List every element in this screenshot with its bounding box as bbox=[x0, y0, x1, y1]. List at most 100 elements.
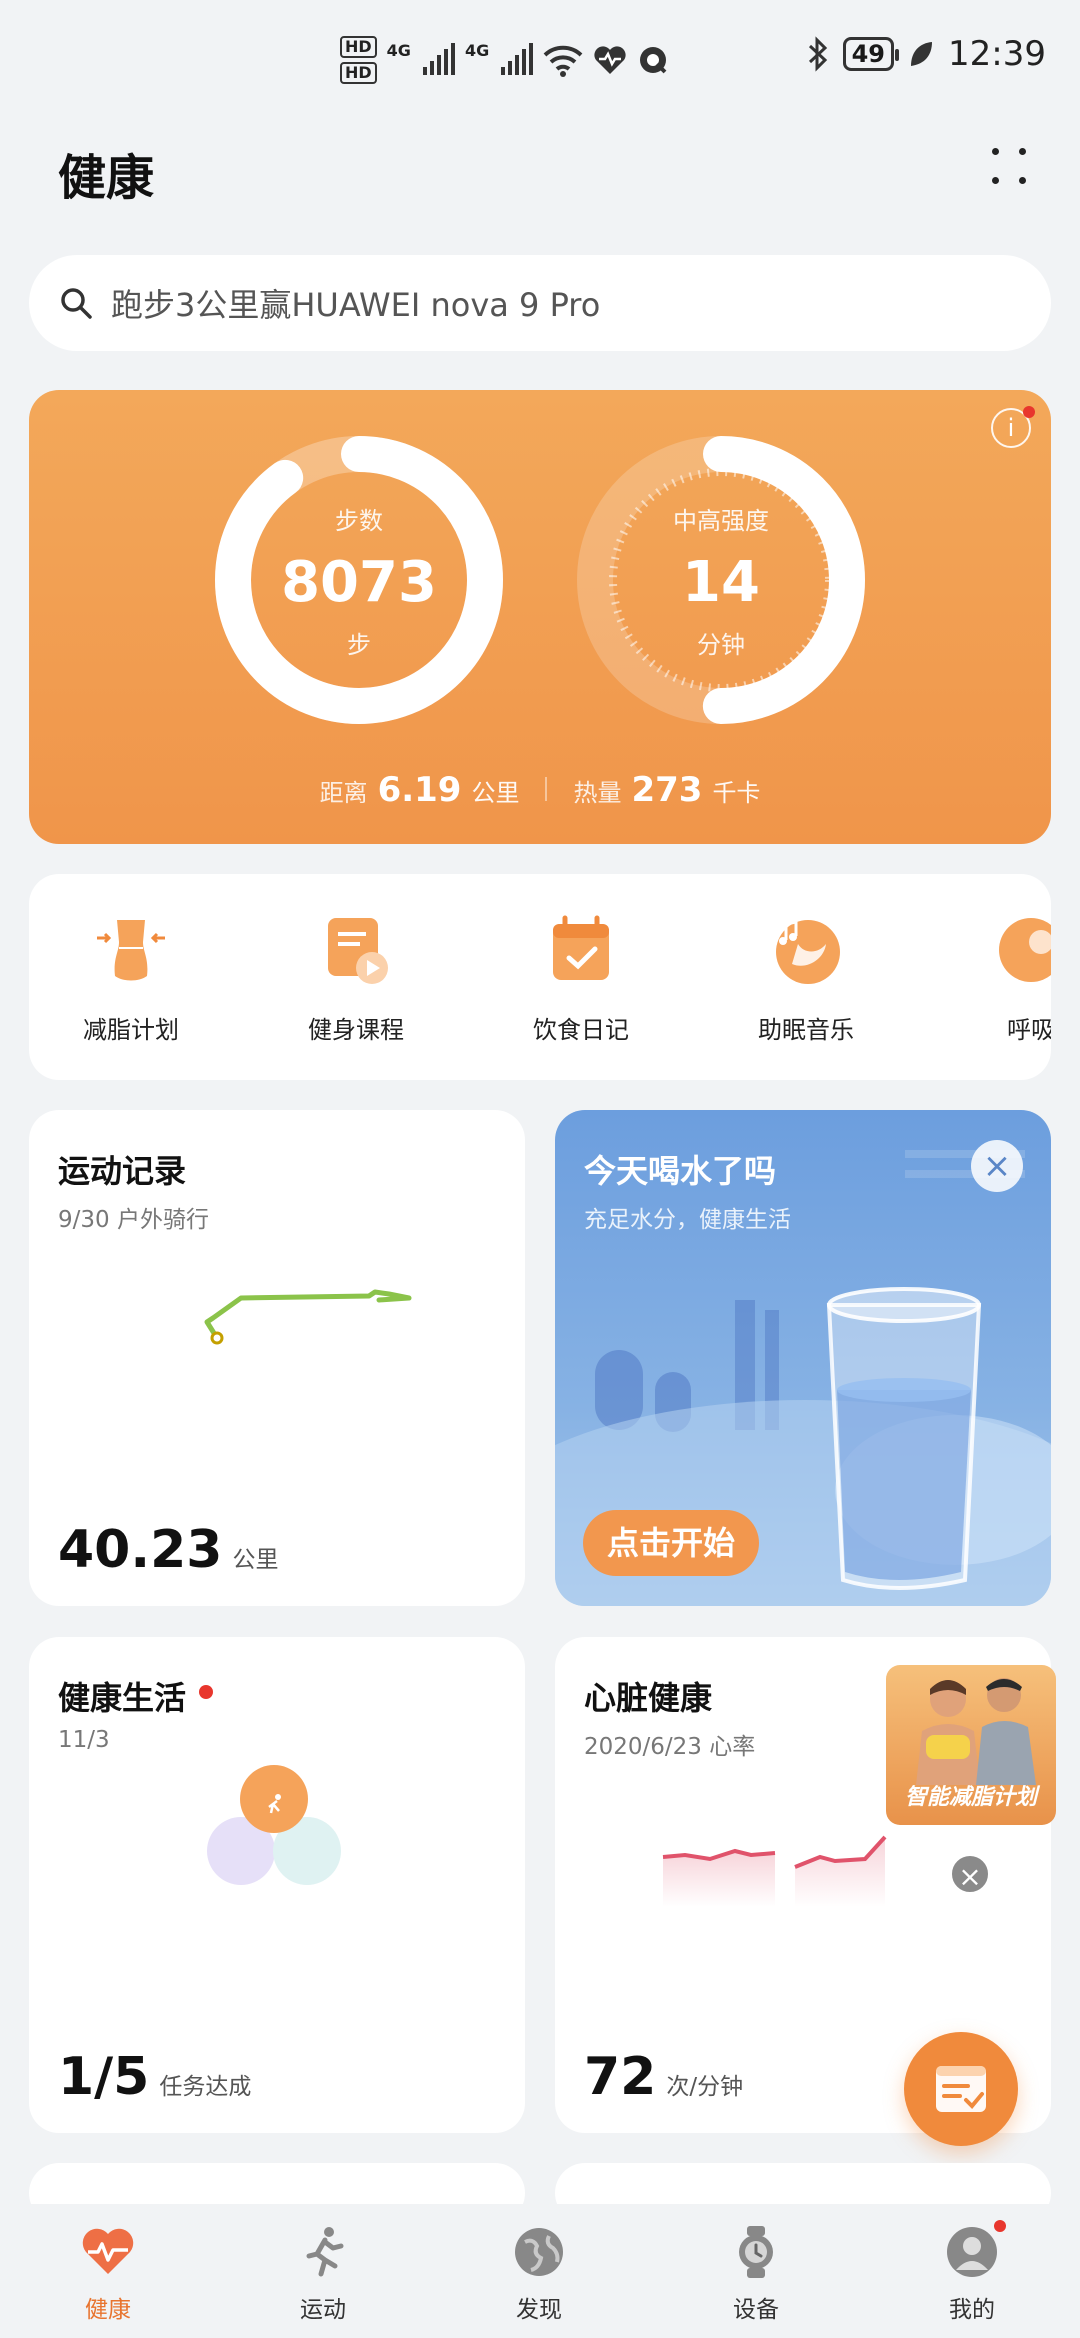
healthy-living-card[interactable]: 健康生活 11/3 1/5 任务达成 bbox=[29, 1637, 525, 2133]
card-title: 运动记录 bbox=[58, 1152, 187, 1190]
clock: 12:39 bbox=[948, 34, 1046, 74]
fitness-course-icon bbox=[320, 914, 392, 986]
watch-icon bbox=[728, 2224, 784, 2280]
shortcut-label: 减脂计划 bbox=[83, 1016, 179, 1044]
exercise-distance-unit: 公里 bbox=[232, 1547, 279, 1573]
checklist-icon bbox=[936, 2066, 986, 2112]
network-2-label: 4G bbox=[464, 40, 490, 60]
notification-dot bbox=[1023, 406, 1035, 418]
bottom-navigation: 健康 运动 发现 设备 我的 bbox=[0, 2204, 1080, 2338]
exercise-distance-value: 40.23 bbox=[58, 1520, 223, 1580]
steps-unit: 步 bbox=[347, 630, 371, 659]
task-venn-icon bbox=[207, 1765, 341, 1885]
task-list-fab[interactable] bbox=[904, 2032, 1018, 2146]
search-placeholder: 跑步3公里赢HUAWEI nova 9 Pro bbox=[111, 286, 601, 324]
exercise-record-card[interactable]: 运动记录 9/30 户外骑行 40.23 公里 bbox=[29, 1110, 525, 1606]
intensity-unit: 分钟 bbox=[697, 630, 745, 659]
fat-loss-plan-icon bbox=[95, 914, 167, 986]
battery-indicator: 49 bbox=[842, 37, 900, 71]
app-notification-icon bbox=[640, 47, 667, 74]
notification-dot bbox=[994, 2220, 1006, 2232]
status-icons: HD HD 4G 4G bbox=[340, 32, 669, 88]
wifi-icon bbox=[543, 45, 583, 77]
close-icon[interactable]: × bbox=[971, 1140, 1023, 1192]
nav-label: 运动 bbox=[300, 2297, 346, 2323]
intensity-ring[interactable]: 中高强度 14 分钟 bbox=[571, 430, 871, 730]
nav-health[interactable]: 健康 bbox=[38, 2224, 178, 2324]
page-title: 健康 bbox=[58, 150, 155, 206]
hd-indicators: HD HD bbox=[340, 36, 377, 84]
shortcut-label: 健身课程 bbox=[308, 1016, 404, 1044]
close-icon[interactable]: × bbox=[949, 1853, 991, 1895]
water-reminder-card[interactable]: 今天喝水了吗 充足水分，健康生活 × 点击开始 bbox=[555, 1110, 1051, 1606]
nav-devices[interactable]: 设备 bbox=[686, 2224, 826, 2324]
fat-loss-promo-banner[interactable]: 智能减脂计划 bbox=[886, 1665, 1056, 1825]
shortcut-fitness-course[interactable]: 健身课程 bbox=[246, 914, 466, 1045]
distance-value: 6.19 bbox=[377, 770, 462, 810]
start-drinking-button[interactable]: 点击开始 bbox=[583, 1510, 759, 1576]
power-saving-icon bbox=[911, 42, 933, 66]
card-subtitle: 9/30 户外骑行 bbox=[58, 1207, 209, 1233]
breathing-icon bbox=[995, 914, 1051, 986]
shortcut-sleep-music[interactable]: 助眠音乐 bbox=[696, 914, 916, 1045]
steps-value: 8073 bbox=[281, 549, 437, 615]
sleep-music-icon bbox=[770, 914, 842, 986]
exercise-summary: 40.23 公里 bbox=[58, 1520, 278, 1580]
nav-label: 我的 bbox=[949, 2297, 995, 2323]
task-progress-value: 1/5 bbox=[58, 2047, 150, 2107]
activity-footer: 距离 6.19 公里 热量 273 千卡 bbox=[29, 770, 1051, 810]
nav-label: 设备 bbox=[733, 2297, 779, 2323]
calories-value: 273 bbox=[631, 770, 703, 810]
more-options-button[interactable] bbox=[980, 140, 1040, 196]
nav-me[interactable]: 我的 bbox=[902, 2220, 1042, 2324]
shortcut-label: 助眠音乐 bbox=[758, 1016, 854, 1044]
signal-2-icon bbox=[501, 43, 534, 75]
shortcut-label: 饮食日记 bbox=[533, 1016, 629, 1044]
status-right: 49 12:39 bbox=[807, 34, 1046, 74]
nav-discover[interactable]: 发现 bbox=[469, 2224, 609, 2324]
calories-unit: 千卡 bbox=[712, 779, 761, 807]
dot-icon bbox=[1019, 177, 1026, 184]
search-bar[interactable]: 跑步3公里赢HUAWEI nova 9 Pro bbox=[29, 255, 1051, 351]
distance-label: 距离 bbox=[319, 779, 368, 807]
shortcut-fat-loss-plan[interactable]: 减脂计划 bbox=[29, 914, 241, 1045]
route-map bbox=[204, 1289, 412, 1345]
status-bar: HD HD 4G 4G 49 12:39 bbox=[0, 0, 1080, 120]
intensity-value: 14 bbox=[682, 549, 760, 615]
divider bbox=[545, 777, 548, 801]
card-title: 心脏健康 bbox=[584, 1679, 713, 1717]
dot-icon bbox=[992, 148, 999, 155]
promo-label: 智能减脂计划 bbox=[904, 1785, 1037, 1810]
shortcut-breathing[interactable]: 呼吸 bbox=[921, 914, 1051, 1045]
card-subtitle: 11/3 bbox=[58, 1727, 110, 1753]
hd-2-icon: HD bbox=[340, 62, 377, 84]
card-title: 今天喝水了吗 bbox=[584, 1152, 777, 1190]
network-1-label: 4G bbox=[386, 40, 411, 60]
search-icon bbox=[61, 288, 92, 319]
heart-rate-value: 72 bbox=[584, 2047, 657, 2107]
heart-rate-unit: 次/分钟 bbox=[666, 2074, 744, 2100]
runner-icon bbox=[295, 2224, 351, 2280]
heart-rate-chart bbox=[662, 1835, 887, 1907]
distance-unit: 公里 bbox=[471, 779, 520, 807]
diet-diary-icon bbox=[545, 914, 617, 986]
nav-label: 发现 bbox=[516, 2297, 562, 2323]
calories-label: 热量 bbox=[573, 779, 622, 807]
heart-health-icon bbox=[594, 46, 626, 74]
heart-rate-summary: 72 次/分钟 bbox=[584, 2047, 743, 2107]
shortcut-diet-diary[interactable]: 饮食日记 bbox=[471, 914, 691, 1045]
task-summary: 1/5 任务达成 bbox=[58, 2047, 251, 2107]
nav-label: 健康 bbox=[85, 2297, 131, 2323]
card-title: 健康生活 bbox=[58, 1679, 187, 1717]
nav-exercise[interactable]: 运动 bbox=[253, 2224, 393, 2324]
hd-1-icon: HD bbox=[340, 36, 377, 58]
card-subtitle: 充足水分，健康生活 bbox=[584, 1207, 791, 1233]
steps-ring[interactable]: 步数 8073 步 bbox=[209, 430, 509, 730]
steps-label: 步数 bbox=[335, 506, 383, 535]
dot-icon bbox=[992, 177, 999, 184]
heart-pulse-icon bbox=[80, 2224, 136, 2280]
shortcut-label: 呼吸 bbox=[1007, 1016, 1051, 1044]
activity-summary-card[interactable]: i 步数 8073 步 中高强度 14 分钟 距离 6.19 公里 热量 273 bbox=[29, 390, 1051, 844]
signal-1-icon bbox=[422, 43, 455, 75]
task-progress-unit: 任务达成 bbox=[159, 2074, 252, 2100]
